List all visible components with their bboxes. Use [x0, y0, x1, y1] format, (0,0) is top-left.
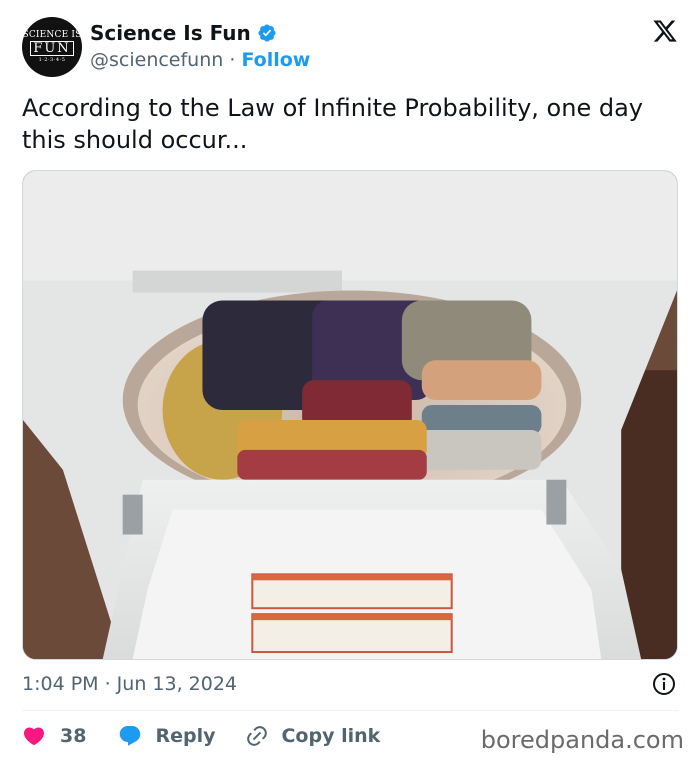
separator-dot: ·	[229, 49, 236, 71]
watermark: boredpanda.com	[480, 726, 684, 754]
reply-label: Reply	[155, 725, 216, 747]
tweet-actions: 38 Reply Copy link	[22, 722, 380, 750]
avatar[interactable]: SCIENCE IS FUN 1·2·3·4·5	[22, 17, 82, 77]
copy-link-button[interactable]: Copy link	[245, 724, 380, 748]
link-icon	[247, 726, 268, 746]
divider	[22, 710, 678, 711]
heart-icon	[23, 727, 45, 746]
like-button[interactable]: 38	[22, 724, 86, 748]
x-logo-icon[interactable]	[652, 18, 678, 44]
avatar-text-middle: FUN	[30, 41, 74, 56]
author-handle[interactable]: @sciencefunn	[90, 49, 223, 71]
reply-button[interactable]: Reply	[118, 724, 215, 748]
like-count: 38	[60, 725, 87, 747]
author-display-name[interactable]: Science Is Fun	[90, 21, 251, 45]
verified-badge-icon	[258, 24, 276, 42]
tweet-text: According to the Law of Infinite Probabi…	[22, 94, 643, 154]
washing-machine-image	[23, 171, 677, 659]
follow-button[interactable]: Follow	[241, 49, 310, 71]
author-handle-row: @sciencefunn · Follow	[90, 48, 310, 72]
tweet-timestamp[interactable]: 1:04 PM · Jun 13, 2024	[22, 672, 237, 696]
speech-bubble-icon	[120, 726, 141, 746]
author-name-row[interactable]: Science Is Fun	[90, 21, 277, 45]
avatar-text-bottom: 1·2·3·4·5	[38, 57, 66, 63]
info-icon[interactable]	[652, 672, 676, 696]
copy-link-label: Copy link	[281, 725, 381, 747]
avatar-text-top: SCIENCE IS	[22, 30, 82, 40]
tweet-photo[interactable]	[22, 170, 678, 660]
